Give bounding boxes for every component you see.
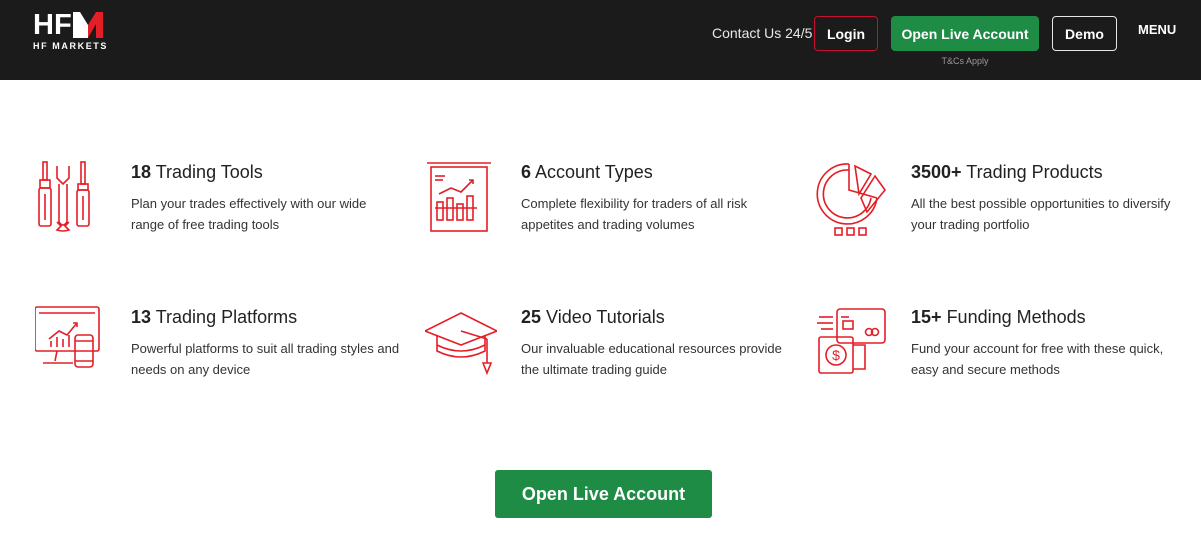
open-live-account-button[interactable]: Open Live Account [891,16,1039,51]
logo-mark: HF [33,10,103,40]
login-button[interactable]: Login [814,16,878,51]
feature-description: Powerful platforms to suit all trading s… [131,341,400,377]
tools-icon [38,161,90,232]
feature-description: All the best possible opportunities to d… [911,196,1171,232]
feature-title: 13 Trading Platforms [131,307,298,327]
open-live-account-cta-button[interactable]: Open Live Account [495,470,712,518]
feature-title: 25 Video Tutorials [521,307,665,327]
devices-icon [35,306,100,368]
feature-title: 15+ Funding Methods [911,307,1086,327]
feature-trading-tools: 18 Trading Tools Plan your trades effect… [35,160,395,250]
feature-video-tutorials: 25 Video Tutorials Our invaluable educat… [425,305,785,395]
feature-description: Complete flexibility for traders of all … [521,196,748,232]
hfm-logo[interactable]: HF HF MARKETS [33,10,123,54]
feature-title: 3500+ Trading Products [911,162,1103,182]
demo-button[interactable]: Demo [1052,16,1117,51]
feature-account-types: 6 Account Types Complete flexibility for… [425,160,785,250]
feature-description: Plan your trades effectively with our wi… [131,196,367,232]
logo-letters-hf: HF [33,9,72,41]
top-header: HF HF MARKETS Contact Us 24/5 Login Open… [0,0,1201,80]
contact-link[interactable]: Contact Us 24/5 [712,25,812,41]
pie-chart-icon [816,163,887,236]
feature-description: Our invaluable educational resources pro… [521,341,782,377]
chart-board-icon [427,162,491,232]
logo-subtitle: HF MARKETS [33,41,108,51]
feature-title: 6 Account Types [521,162,653,182]
menu-button[interactable]: MENU [1138,22,1176,37]
payment-card-icon: $ [817,308,886,374]
svg-text:$: $ [832,347,840,363]
tcs-note[interactable]: T&Cs Apply [891,56,1039,66]
feature-title: 18 Trading Tools [131,162,263,182]
feature-trading-platforms: 13 Trading Platforms Powerful platforms … [35,305,399,395]
feature-description: Fund your account for free with these qu… [911,341,1164,377]
feature-trading-products: 3500+ Trading Products All the best poss… [815,160,1175,250]
feature-funding-methods: $ 15+ Funding Methods Fund your account … [815,305,1175,395]
logo-m-icon [72,12,103,38]
graduation-cap-icon [425,312,497,376]
